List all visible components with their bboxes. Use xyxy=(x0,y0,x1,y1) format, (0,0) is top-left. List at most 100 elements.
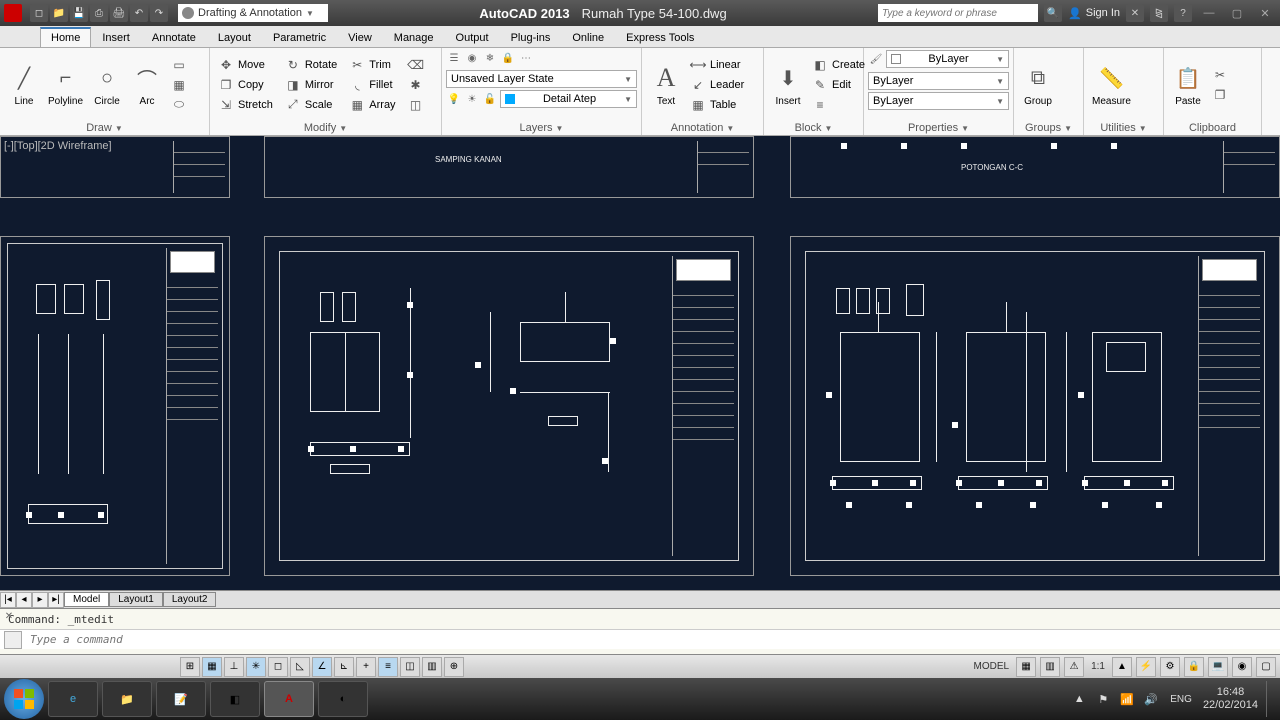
undo-icon[interactable]: ↶ xyxy=(130,4,148,22)
tab-view[interactable]: View xyxy=(337,28,383,47)
save-icon[interactable]: 💾 xyxy=(70,4,88,22)
cut-button[interactable]: ✂ xyxy=(1208,66,1232,84)
infocenter-search[interactable] xyxy=(878,4,1038,22)
rotate-button[interactable]: ↻Rotate xyxy=(281,56,341,74)
circle-button[interactable]: ○Circle xyxy=(87,62,127,107)
command-input[interactable] xyxy=(26,633,1280,646)
tab-first-icon[interactable]: |◂ xyxy=(0,592,16,608)
tab-home[interactable]: Home xyxy=(40,27,91,47)
array-button[interactable]: ▦Array xyxy=(345,96,399,114)
help-icon[interactable]: ? xyxy=(1174,4,1192,22)
current-layer-combo[interactable]: Detail Atep▼ xyxy=(500,90,637,108)
text-button[interactable]: AText xyxy=(646,62,686,107)
volume-icon[interactable]: 🔊 xyxy=(1143,691,1159,707)
color-combo[interactable]: ByLayer▼ xyxy=(886,50,1009,68)
panel-groups-title[interactable]: Groups▼ xyxy=(1014,121,1083,135)
lwt-toggle[interactable]: ≡ xyxy=(378,657,398,677)
match-prop-icon[interactable]: 🖌 xyxy=(868,51,884,67)
qp-toggle[interactable]: ▥ xyxy=(422,657,442,677)
clean-screen-icon[interactable]: ▢ xyxy=(1256,657,1276,677)
network-icon[interactable]: 📶 xyxy=(1119,691,1135,707)
start-button[interactable] xyxy=(4,679,44,719)
model-space-label[interactable]: MODEL xyxy=(971,661,1013,672)
action-center-icon[interactable]: ⚑ xyxy=(1095,691,1111,707)
offset-button[interactable]: ◫ xyxy=(404,96,428,114)
copy-button[interactable]: ❐Copy xyxy=(214,76,277,94)
minimize-button[interactable]: — xyxy=(1198,4,1220,22)
clock[interactable]: 16:48 22/02/2014 xyxy=(1203,686,1258,712)
signin-button[interactable]: 👤 Sign In xyxy=(1068,7,1120,20)
lang-indicator[interactable]: ENG xyxy=(1167,694,1195,705)
otrack-toggle[interactable]: ∠ xyxy=(312,657,332,677)
panel-annotation-title[interactable]: Annotation▼ xyxy=(642,121,763,135)
task-autocad[interactable]: A xyxy=(264,681,314,717)
polyline-button[interactable]: ⌐Polyline xyxy=(44,62,87,107)
snap-toggle[interactable]: ⊞ xyxy=(180,657,200,677)
paste-button[interactable]: 📋Paste xyxy=(1168,62,1208,107)
redo-icon[interactable]: ↷ xyxy=(150,4,168,22)
task-explorer[interactable]: 📁 xyxy=(102,681,152,717)
lineweight-combo[interactable]: ByLayer▼ xyxy=(868,72,1009,90)
open-icon[interactable]: 📁 xyxy=(50,4,68,22)
panel-layers-title[interactable]: Layers▼ xyxy=(442,121,641,135)
quickview-icon[interactable]: ▦ xyxy=(1016,657,1036,677)
layer-off-icon[interactable]: ◉ xyxy=(464,50,480,66)
arc-button[interactable]: ⌒Arc xyxy=(127,62,167,107)
linetype-combo[interactable]: ByLayer▼ xyxy=(868,92,1009,110)
measure-button[interactable]: 📏Measure xyxy=(1088,62,1135,107)
close-button[interactable]: ✕ xyxy=(1254,4,1276,22)
annoscale-icon[interactable]: ⚠ xyxy=(1064,657,1084,677)
osnap-toggle[interactable]: ◻ xyxy=(268,657,288,677)
create-block-button[interactable]: ◧Create xyxy=(808,56,869,74)
viewport-controls[interactable]: [-][Top][2D Wireframe] xyxy=(4,140,112,152)
layer-state-combo[interactable]: Unsaved Layer State▼ xyxy=(446,70,637,88)
quickview2-icon[interactable]: ▥ xyxy=(1040,657,1060,677)
tab-annotate[interactable]: Annotate xyxy=(141,28,207,47)
annoauto-icon[interactable]: ⚡ xyxy=(1136,657,1156,677)
lock2-icon[interactable]: 🔓 xyxy=(482,91,498,107)
panel-draw-title[interactable]: Draw▼ xyxy=(0,121,209,135)
task-notepad[interactable]: 📝 xyxy=(156,681,206,717)
rect-button[interactable]: ▭ xyxy=(167,56,191,74)
panel-modify-title[interactable]: Modify▼ xyxy=(210,121,441,135)
drawing-canvas[interactable]: [-][Top][2D Wireframe] SAMPING KANAN POT… xyxy=(0,136,1280,590)
linear-dim-button[interactable]: ⟷Linear xyxy=(686,56,748,74)
tab-prev-icon[interactable]: ◂ xyxy=(16,592,32,608)
hatch-button[interactable]: ▦ xyxy=(167,76,191,94)
maximize-button[interactable]: ▢ xyxy=(1226,4,1248,22)
stretch-button[interactable]: ⇲Stretch xyxy=(214,96,277,114)
scale-button[interactable]: ⤢Scale xyxy=(281,96,341,114)
move-button[interactable]: ✥Move xyxy=(214,56,277,74)
a360-icon[interactable]: ⧎ xyxy=(1150,4,1168,22)
explode-button[interactable]: ✱ xyxy=(404,76,428,94)
block-attr-button[interactable]: ≡ xyxy=(808,96,869,114)
scale-label[interactable]: 1:1 xyxy=(1088,661,1108,672)
panel-block-title[interactable]: Block▼ xyxy=(764,121,863,135)
fillet-button[interactable]: ◟Fillet xyxy=(345,76,399,94)
tab-layout2[interactable]: Layout2 xyxy=(163,592,217,607)
tab-model[interactable]: Model xyxy=(64,592,109,607)
ortho-toggle[interactable]: ⊥ xyxy=(224,657,244,677)
toolbar-lock-icon[interactable]: 🔒 xyxy=(1184,657,1204,677)
tab-online[interactable]: Online xyxy=(561,28,615,47)
mirror-button[interactable]: ◨Mirror xyxy=(281,76,341,94)
tray-up-icon[interactable]: ▲ xyxy=(1071,691,1087,707)
tab-last-icon[interactable]: ▸| xyxy=(48,592,64,608)
plot-icon[interactable]: 🖨 xyxy=(110,4,128,22)
trim-button[interactable]: ✂Trim xyxy=(345,56,399,74)
tpy-toggle[interactable]: ◫ xyxy=(400,657,420,677)
sc-toggle[interactable]: ⊕ xyxy=(444,657,464,677)
annovis-icon[interactable]: ▲ xyxy=(1112,657,1132,677)
panel-utilities-title[interactable]: Utilities▼ xyxy=(1084,121,1163,135)
cmd-close-icon[interactable]: ✕ xyxy=(2,611,16,625)
new-icon[interactable]: ◻ xyxy=(30,4,48,22)
hardware-icon[interactable]: 💻 xyxy=(1208,657,1228,677)
cmd-input-icon[interactable] xyxy=(4,631,22,649)
panel-properties-title[interactable]: Properties▼ xyxy=(864,121,1013,135)
layer-lock-icon[interactable]: 🔒 xyxy=(500,50,516,66)
erase-button[interactable]: ⌫ xyxy=(404,56,428,74)
exchange-icon[interactable]: ✕ xyxy=(1126,4,1144,22)
tab-layout1[interactable]: Layout1 xyxy=(109,592,163,607)
task-ie[interactable]: e xyxy=(48,681,98,717)
show-desktop-button[interactable] xyxy=(1266,681,1274,717)
